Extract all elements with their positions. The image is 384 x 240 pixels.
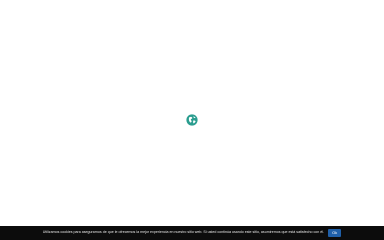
cookie-consent-bar: Utilizamos cookies para asegurarnos de q… bbox=[0, 226, 384, 240]
cookie-accept-button[interactable]: Ok bbox=[328, 229, 342, 237]
globe-icon bbox=[186, 114, 198, 126]
loading-spinner bbox=[186, 114, 198, 126]
page: Utilizamos cookies para asegurarnos de q… bbox=[0, 0, 384, 240]
cookie-consent-message: Utilizamos cookies para asegurarnos de q… bbox=[42, 230, 325, 235]
